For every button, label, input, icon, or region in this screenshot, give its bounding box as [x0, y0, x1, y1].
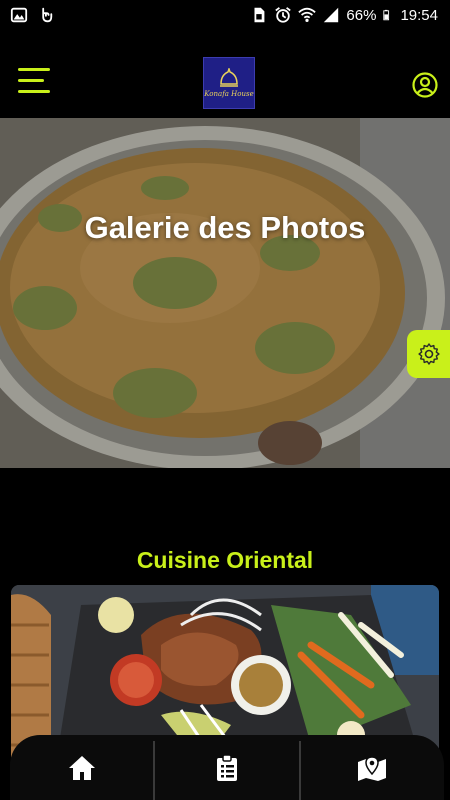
status-bar: 66% 19:54 [0, 0, 450, 30]
hero-banner: Galerie des Photos [0, 118, 450, 468]
gallery-icon [10, 7, 28, 23]
nav-map[interactable] [301, 735, 444, 800]
sim-icon [254, 7, 265, 23]
menu-button[interactable] [18, 68, 50, 94]
gear-icon [417, 343, 440, 365]
battery-icon [383, 9, 390, 21]
logo-text: Konafa House [204, 90, 254, 98]
section-title: Cuisine Oriental [136, 547, 314, 573]
nav-menu[interactable] [155, 735, 298, 800]
menu-icon-bar [18, 90, 50, 93]
touch-icon [42, 7, 53, 23]
home-icon [68, 755, 95, 780]
app-bar: Konafa House [0, 30, 450, 118]
menu-icon-bar [18, 79, 44, 82]
status-right: 66% 19:54 [250, 6, 438, 24]
alarm-icon [275, 7, 292, 23]
battery-percent: 66% [346, 6, 377, 24]
profile-icon[interactable] [412, 72, 438, 98]
dome-icon [220, 68, 238, 87]
menu-icon-bar [18, 68, 50, 71]
map-marker-icon [358, 755, 387, 781]
clipboard-list-icon [216, 754, 237, 781]
hero-title: Galerie des Photos [84, 210, 366, 245]
brand-logo[interactable]: Konafa House [203, 57, 255, 109]
hero-photo [0, 118, 450, 468]
signal-icon [324, 7, 339, 23]
nav-home[interactable] [10, 735, 153, 800]
wifi-icon [298, 7, 317, 23]
settings-button[interactable] [407, 330, 450, 378]
status-left-icons [10, 6, 54, 24]
clock: 19:54 [400, 6, 438, 24]
bottom-nav [10, 735, 444, 800]
